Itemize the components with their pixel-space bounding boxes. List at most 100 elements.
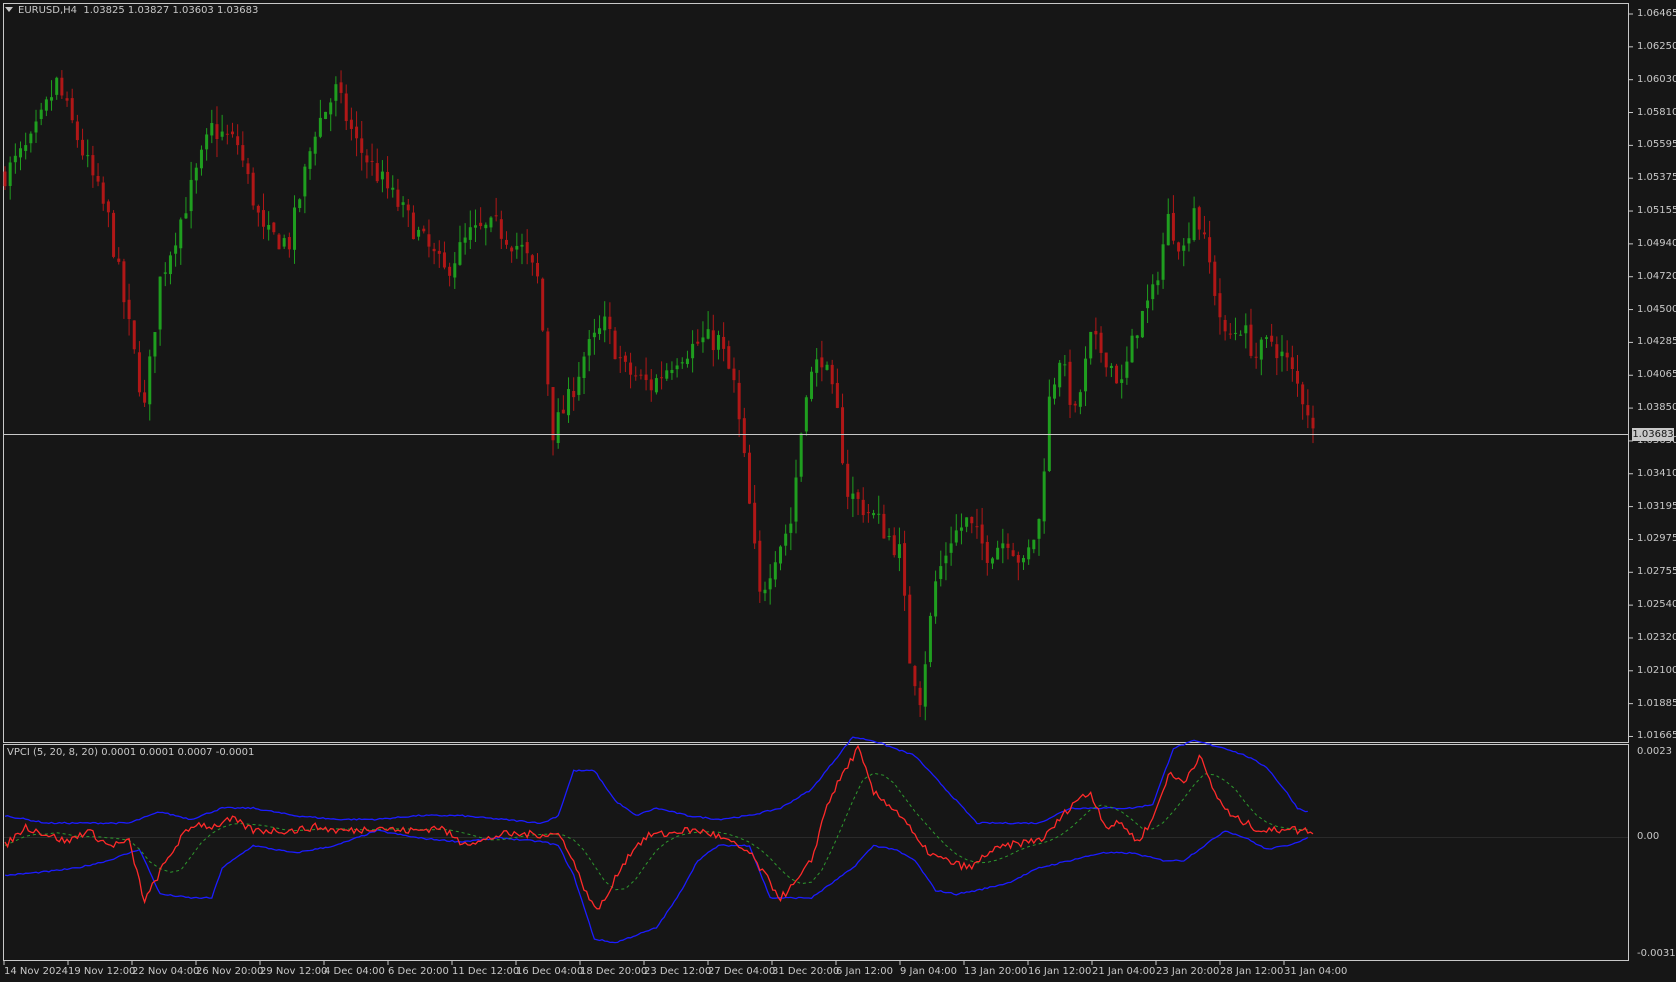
candle-body [1140, 310, 1144, 338]
candle-body [1239, 334, 1243, 336]
candle-body [473, 225, 477, 228]
price-tick-label: 1.04720 [1637, 270, 1676, 282]
candle-body [592, 332, 596, 338]
price-tick-label: 1.05155 [1637, 205, 1676, 217]
candle-body [1104, 352, 1108, 368]
candle-body [551, 387, 555, 441]
candle-body [1006, 543, 1010, 548]
time-tick-label: 31 Jan 04:00 [1284, 966, 1348, 977]
candle-body [50, 97, 54, 101]
candle-body [934, 581, 938, 617]
candle-body [1171, 212, 1175, 241]
candle-body [391, 187, 395, 190]
candle-body [835, 382, 839, 408]
price-tick-label: 1.03410 [1637, 467, 1676, 479]
candle-body [634, 375, 638, 377]
candle-body [830, 364, 834, 385]
candle-body [96, 175, 100, 182]
candle-body [39, 109, 43, 120]
price-tick-label: 1.02540 [1637, 599, 1676, 611]
candle-body [985, 541, 989, 563]
price-tick-label: 1.01665 [1637, 730, 1676, 742]
candle-body [349, 119, 353, 129]
candle-body [339, 82, 343, 93]
candle-body [660, 377, 664, 379]
candle-body [841, 407, 845, 464]
candle-body [887, 536, 891, 538]
candle-body [654, 378, 658, 393]
collapse-arrow-icon[interactable] [5, 7, 13, 12]
candle-body [215, 124, 219, 140]
time-tick-label: 28 Jan 12:00 [1220, 966, 1284, 977]
candle-body [1094, 330, 1098, 335]
price-tick-label: 1.02320 [1637, 631, 1676, 643]
trading-chart[interactable] [0, 0, 1676, 982]
candle-body [722, 336, 726, 349]
candle-body [567, 389, 571, 416]
candle-body [148, 356, 152, 405]
candle-body [1130, 335, 1134, 363]
candle-body [365, 155, 369, 163]
price-tick-label: 1.06030 [1637, 73, 1676, 85]
candle-body [1311, 417, 1315, 429]
candle-body [520, 244, 524, 247]
candle-body [199, 149, 203, 169]
candle-body [1161, 244, 1165, 280]
candle-body [866, 512, 870, 514]
candle-body [1042, 471, 1046, 522]
candle-body [515, 245, 519, 250]
candle-body [675, 365, 679, 370]
candle-body [262, 210, 265, 227]
candle-body [184, 213, 188, 219]
candle-body [205, 134, 209, 150]
candle-body [1078, 392, 1082, 407]
candle-body [91, 155, 95, 176]
candle-body [815, 359, 819, 373]
candle-body [882, 513, 886, 539]
indicator-tick-label: -0.0031 [1637, 948, 1676, 959]
candle-body [644, 374, 648, 381]
candle-body [422, 228, 426, 232]
candle-body [355, 126, 359, 139]
candle-body [458, 242, 462, 265]
candle-body [499, 219, 503, 239]
candle-body [241, 145, 245, 161]
price-tick-label: 1.05375 [1637, 172, 1676, 184]
candle-body [1182, 245, 1186, 251]
candle-body [65, 98, 69, 101]
candle-body [1120, 379, 1124, 383]
candle-body [453, 263, 457, 278]
time-tick-label: 21 Jan 04:00 [1092, 966, 1156, 977]
time-tick-label: 16 Jan 12:00 [1028, 966, 1092, 977]
candle-body [411, 212, 415, 240]
time-tick-label: 23 Jan 20:00 [1156, 966, 1220, 977]
candle-body [711, 330, 715, 351]
candle-body [794, 477, 798, 522]
candle-body [737, 382, 741, 420]
candle-body [706, 329, 710, 339]
candle-body [846, 463, 850, 497]
candle-body [758, 540, 762, 592]
candle-body [468, 227, 472, 240]
candle-body [1063, 364, 1067, 366]
time-tick-label: 23 Dec 12:00 [644, 966, 712, 977]
candle-body [1047, 396, 1051, 471]
candle-body [504, 239, 508, 245]
candle-body [727, 346, 731, 369]
candle-body [163, 272, 167, 274]
candle-body [1021, 557, 1025, 563]
ohlc-values: 1.03825 1.03827 1.03603 1.03683 [83, 5, 259, 16]
price-tick-label: 1.06465 [1637, 8, 1676, 19]
candle-body [825, 364, 829, 370]
candle-body [1208, 237, 1212, 263]
candle-body [1099, 332, 1103, 353]
candle-body [210, 123, 214, 136]
candle-body [70, 98, 74, 121]
candle-body [685, 358, 689, 365]
candle-body [665, 370, 669, 379]
candle-body [1068, 361, 1072, 405]
candle-body [716, 335, 720, 350]
symbol-label: EURUSD,H4 [18, 5, 78, 16]
candle-body [691, 343, 695, 359]
candle-body [1285, 352, 1289, 358]
